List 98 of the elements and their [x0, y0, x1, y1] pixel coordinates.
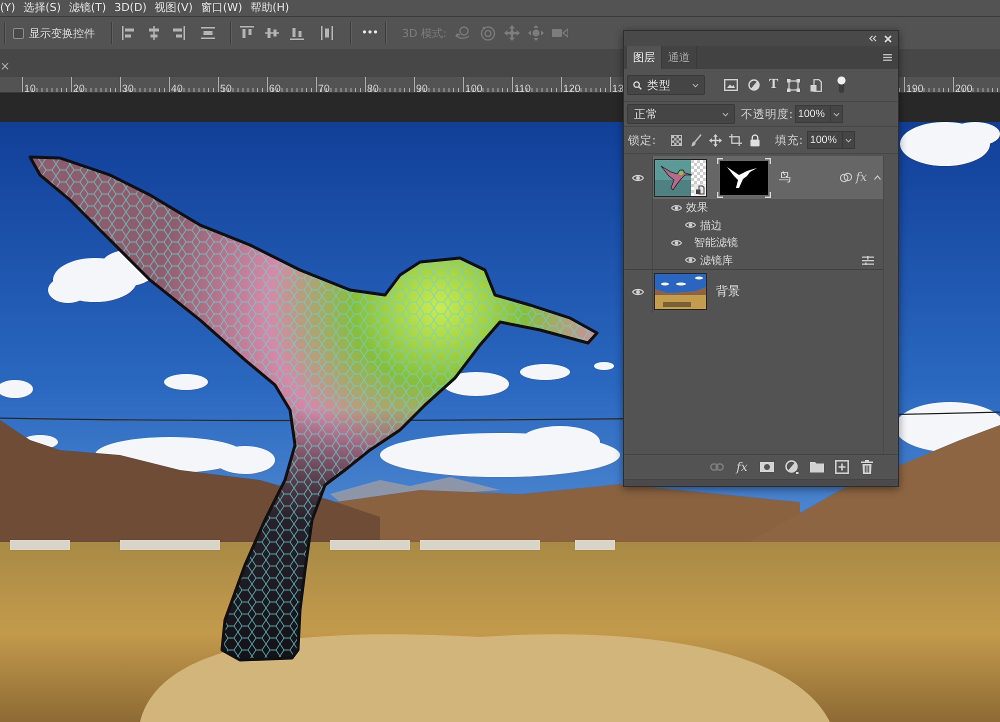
ruler-label: 80 — [367, 83, 379, 92]
ruler-label: 13 — [612, 83, 624, 92]
blend-mode-dropdown[interactable]: 正常 — [627, 104, 735, 124]
align-top-edges-icon[interactable] — [240, 26, 254, 40]
eye-icon[interactable] — [632, 288, 644, 296]
eye-icon[interactable] — [685, 221, 696, 230]
circle-in-rectangle-icon[interactable] — [760, 460, 774, 474]
move-arrows-icon[interactable] — [709, 134, 722, 146]
fx-button[interactable]: fx — [735, 460, 749, 474]
menu-icon[interactable] — [883, 54, 892, 61]
ruler-label: 110 — [514, 83, 531, 92]
folder-icon[interactable] — [810, 460, 824, 474]
collapse-icon[interactable] — [868, 35, 877, 42]
crop-icon[interactable] — [729, 134, 742, 146]
cloud — [443, 372, 509, 396]
align-left-edges-icon[interactable] — [122, 26, 136, 40]
eye-icon[interactable] — [671, 238, 682, 247]
sliders-icon[interactable] — [862, 256, 874, 265]
eye-icon[interactable] — [632, 174, 644, 182]
layer-name: 鸟 — [779, 169, 791, 186]
toggle-switch-icon[interactable] — [837, 76, 846, 94]
cloud — [164, 374, 208, 390]
layer-row[interactable]: 背景 — [653, 270, 883, 313]
trash-icon[interactable] — [860, 460, 874, 474]
menu-item[interactable]: 选择(S) — [23, 1, 61, 15]
layer-row[interactable]: 鸟 fx — [653, 156, 883, 199]
ruler-label: 30 — [122, 83, 134, 92]
align-bottom-edges-icon[interactable] — [290, 26, 304, 40]
chevron-down-icon — [845, 138, 852, 142]
menu-item[interactable]: 视图(V) — [154, 1, 193, 15]
village-house — [575, 540, 615, 550]
layer-name: 背景 — [716, 283, 740, 300]
close-icon[interactable] — [884, 34, 892, 42]
effect-item[interactable]: 描边 — [700, 218, 722, 233]
distribute-horizontal-icon[interactable] — [320, 26, 334, 40]
filter-type-dropdown[interactable]: 类型 — [627, 75, 705, 95]
checkbox-label[interactable]: 显示变换控件 — [29, 26, 95, 40]
menu-item[interactable]: 帮助(H) — [250, 1, 290, 15]
ruler-label: 40 — [171, 83, 183, 92]
ruler-label: 70 — [318, 83, 330, 92]
padlock-icon[interactable] — [750, 134, 760, 146]
ruler-label: 20 — [73, 83, 85, 92]
landscape-layer-thumbnail — [655, 274, 706, 309]
fill-label: 填充: — [775, 132, 804, 148]
chevron-down-icon — [722, 112, 729, 116]
opacity-label: 不透明度: — [741, 106, 794, 122]
ruler-label: 10 — [24, 83, 36, 92]
ruler-label: 200 — [955, 83, 973, 92]
close-tab-button[interactable]: × — [0, 60, 12, 72]
more-options-button[interactable]: ••• — [361, 27, 378, 39]
effect-item[interactable]: 智能滤镜 — [694, 235, 738, 250]
effect-item[interactable]: 滤镜库 — [700, 252, 733, 268]
picture-icon[interactable] — [724, 79, 738, 91]
caret-icon[interactable] — [874, 175, 881, 180]
lock-label: 锁定: — [628, 132, 657, 148]
chevron-down-icon — [692, 82, 699, 88]
panel-tab[interactable]: 图层 — [627, 46, 662, 69]
ruler-label: 100 — [465, 83, 483, 92]
align-horizontal-centers-icon[interactable] — [147, 26, 161, 40]
checkerboard-icon[interactable] — [671, 134, 682, 146]
brush-icon[interactable] — [691, 134, 702, 146]
document-with-square-icon[interactable] — [810, 78, 822, 92]
menu-item[interactable]: (Y) — [0, 1, 16, 15]
menu-item[interactable]: 3D(D) — [114, 1, 147, 15]
cloud — [594, 362, 614, 370]
eye-icon[interactable] — [685, 256, 696, 264]
ruler-label: 190 — [906, 83, 924, 92]
layer-mask-thumbnail[interactable] — [717, 158, 771, 198]
village-house — [10, 540, 70, 550]
square-with-handles-icon[interactable] — [787, 78, 800, 92]
search-icon — [633, 80, 642, 90]
opacity-slider-button[interactable] — [830, 105, 843, 123]
fill-slider-button[interactable] — [842, 131, 855, 149]
cloud — [520, 364, 570, 380]
ruler-label: 60 — [269, 83, 281, 92]
chevron-down-icon — [833, 112, 840, 116]
plus-square-icon[interactable] — [835, 460, 849, 474]
overlapping-circles-icon — [840, 172, 852, 183]
cloud — [0, 380, 33, 398]
ruler-label: 50 — [220, 83, 232, 92]
half-filled-circle-icon[interactable] — [785, 460, 799, 474]
effects-badge[interactable]: fx — [856, 171, 867, 184]
eye-icon[interactable] — [671, 204, 682, 212]
ruler-label: 120 — [563, 83, 581, 92]
bird-layer-thumbnail — [655, 160, 706, 196]
effect-item[interactable]: 效果 — [686, 200, 708, 216]
half-filled-circle-icon[interactable] — [748, 79, 760, 91]
checkbox[interactable] — [13, 28, 24, 38]
type-filter-button[interactable]: T — [769, 78, 778, 92]
ruler-label: 90 — [416, 83, 428, 92]
opacity-field[interactable]: 100% — [795, 105, 830, 123]
fill-field[interactable]: 100% — [807, 131, 842, 149]
align-right-edges-icon[interactable] — [171, 26, 185, 40]
smart-object-badge-icon — [694, 184, 706, 196]
distribute-vertical-icon[interactable] — [201, 26, 215, 40]
menu-item[interactable]: 滤镜(T) — [68, 1, 106, 15]
align-vertical-centers-icon[interactable] — [265, 26, 279, 40]
menu-item[interactable]: 窗口(W) — [200, 1, 242, 15]
